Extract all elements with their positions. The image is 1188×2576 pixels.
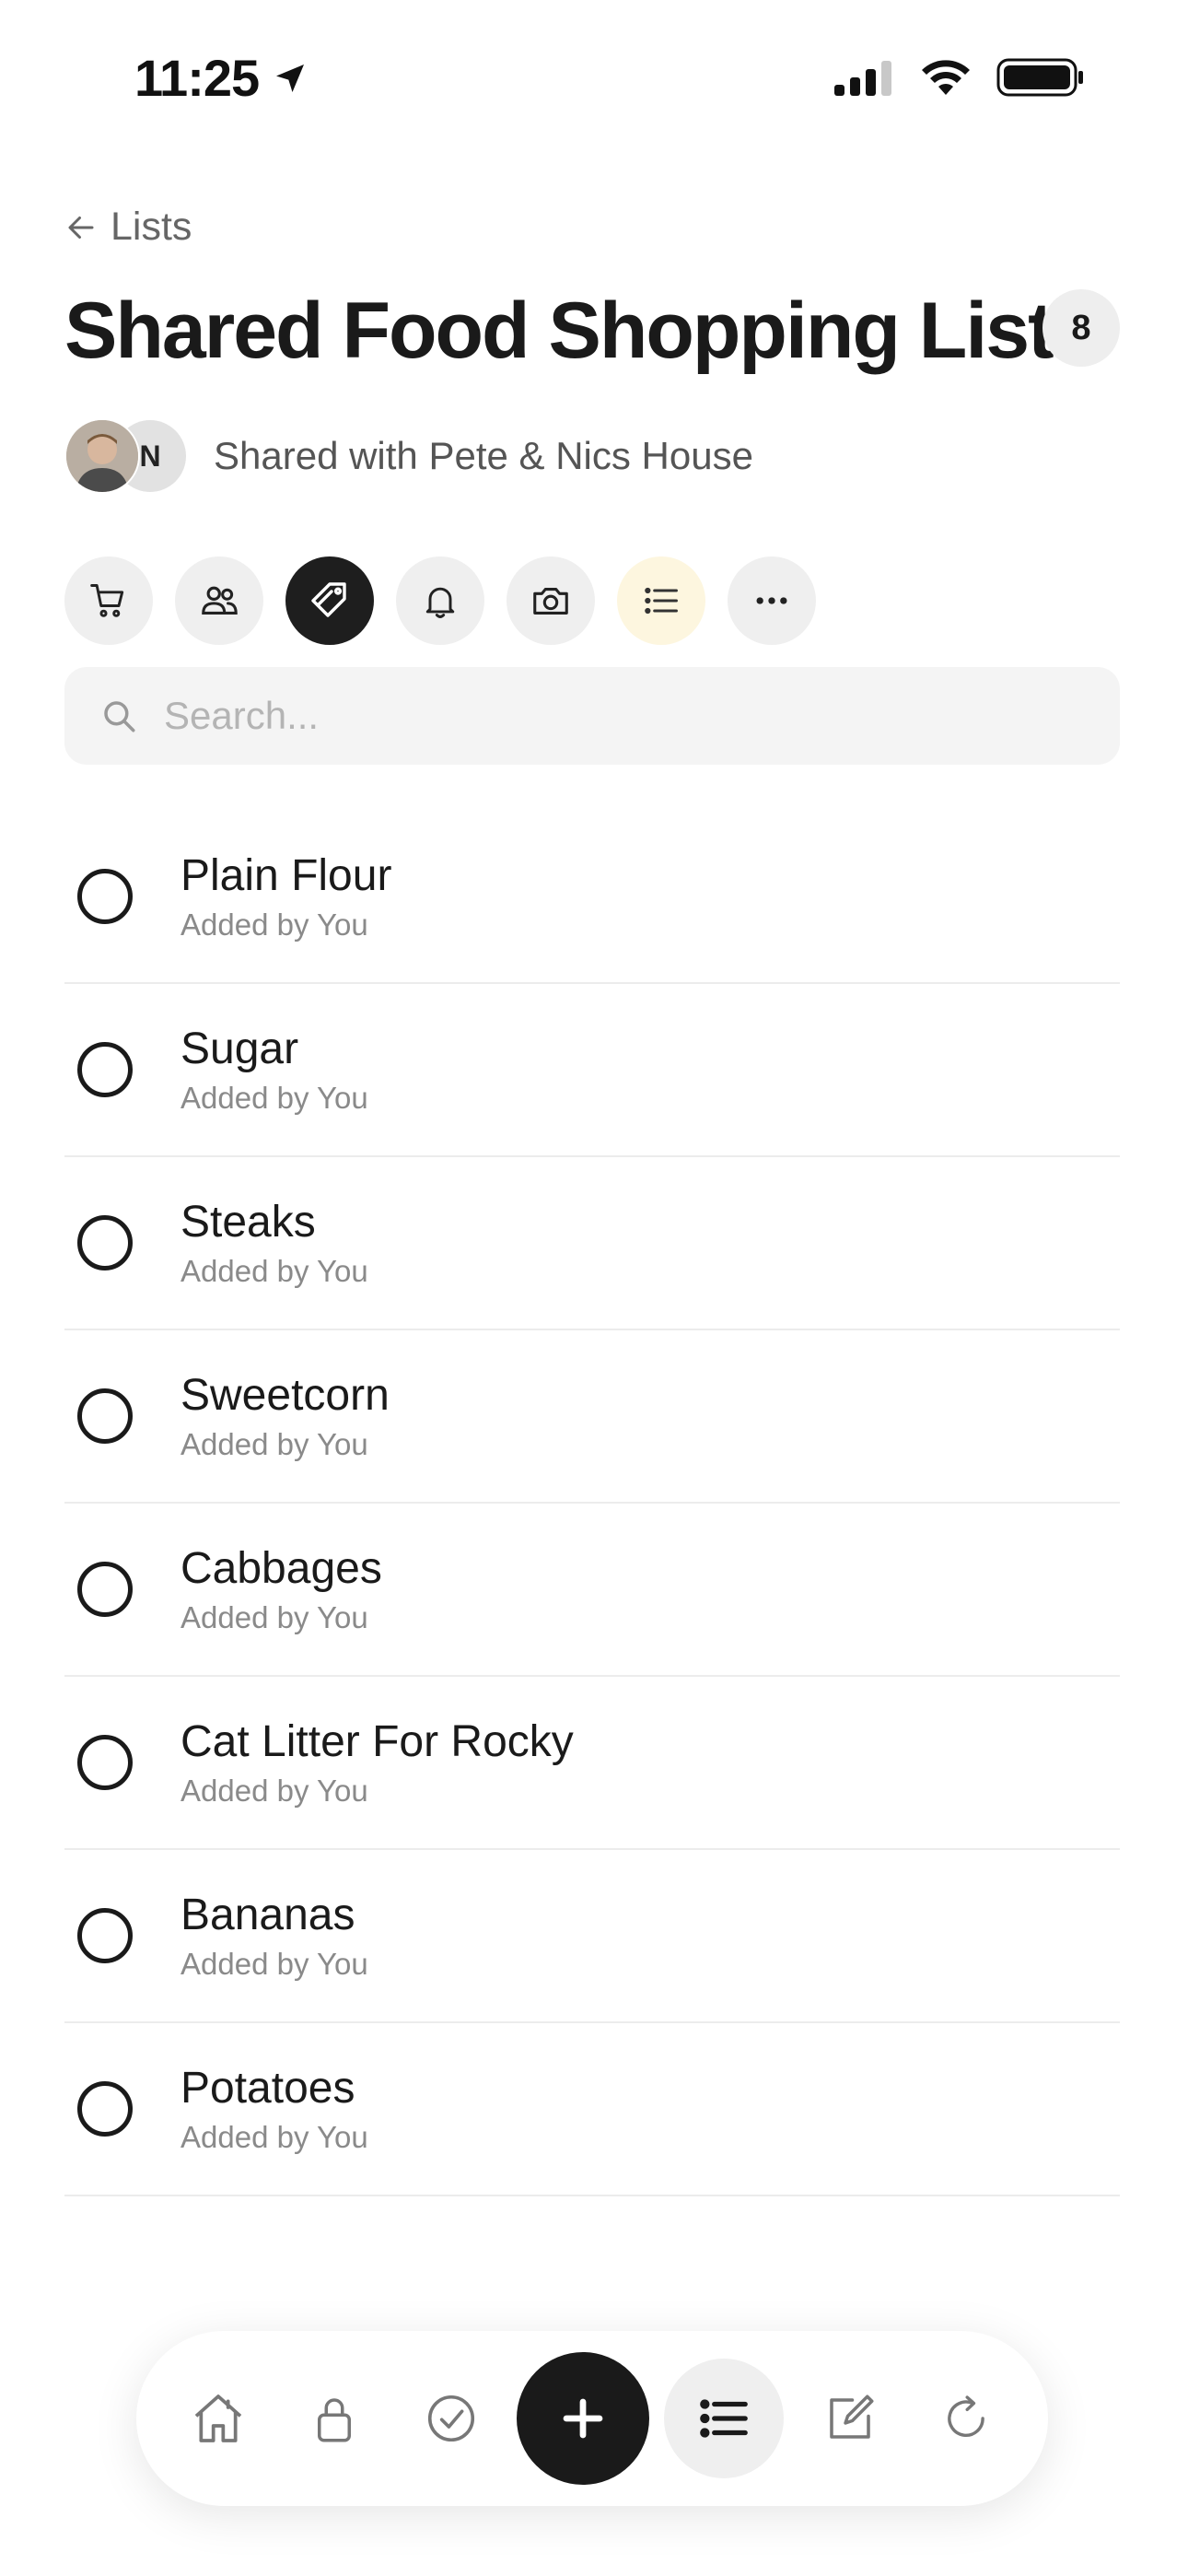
people-button[interactable] — [175, 556, 263, 645]
arrow-left-icon — [68, 216, 94, 239]
item-added-by: Added by You — [181, 1426, 368, 1461]
battery-icon — [996, 58, 1083, 97]
add-item-button[interactable] — [516, 2352, 649, 2485]
list-icon — [645, 587, 678, 615]
back-button[interactable]: Lists — [64, 205, 192, 250]
item-name: Potatoes — [181, 2064, 355, 2113]
item-added-by: Added by You — [181, 1080, 368, 1115]
list-toolbar — [64, 556, 816, 645]
bottom-nav — [136, 2331, 1048, 2506]
item-name: Bananas — [181, 1891, 355, 1940]
check-circle-icon — [427, 2395, 474, 2442]
nav-completed[interactable] — [401, 2368, 502, 2469]
nav-refresh[interactable] — [915, 2368, 1017, 2469]
back-label: Lists — [111, 205, 192, 249]
wifi-icon — [922, 60, 970, 95]
item-checkbox[interactable] — [77, 1388, 133, 1444]
item-checkbox[interactable] — [77, 2081, 133, 2137]
more-icon — [756, 597, 787, 604]
tag-icon — [311, 582, 346, 617]
avatar — [64, 418, 140, 494]
shopping-list: Plain Flour Added by You Sugar Added by … — [64, 811, 1120, 2196]
list-item[interactable]: Steaks Added by You — [64, 1157, 1120, 1330]
item-added-by: Added by You — [181, 1253, 368, 1288]
refresh-icon — [948, 2395, 984, 2437]
item-added-by: Added by You — [181, 907, 368, 942]
list-item[interactable]: Potatoes Added by You — [64, 2023, 1120, 2196]
item-name: Sweetcorn — [181, 1371, 390, 1421]
item-name: Steaks — [181, 1198, 316, 1247]
cart-button[interactable] — [64, 556, 153, 645]
list-item[interactable]: Plain Flour Added by You — [64, 811, 1120, 984]
home-icon — [194, 2395, 242, 2442]
cart-icon — [90, 584, 124, 617]
list-item[interactable]: Bananas Added by You — [64, 1850, 1120, 2023]
lock-icon — [318, 2398, 352, 2442]
cellular-signal-icon — [834, 61, 891, 96]
bell-icon — [425, 587, 455, 618]
camera-icon — [533, 588, 568, 615]
status-indicators — [834, 57, 1085, 98]
nav-lists[interactable] — [664, 2359, 785, 2478]
more-button[interactable] — [728, 556, 816, 645]
item-added-by: Added by You — [181, 2119, 368, 2154]
list-item[interactable]: Sweetcorn Added by You — [64, 1330, 1120, 1504]
edit-icon — [829, 2395, 874, 2439]
nav-home[interactable] — [168, 2368, 269, 2469]
item-checkbox[interactable] — [77, 869, 133, 924]
plus-icon — [563, 2398, 603, 2439]
search-icon — [104, 701, 135, 732]
item-name: Cabbages — [181, 1544, 382, 1594]
list-item[interactable]: Cabbages Added by You — [64, 1504, 1120, 1677]
list-item[interactable]: Cat Litter For Rocky Added by You — [64, 1677, 1120, 1850]
location-arrow-icon — [276, 64, 305, 92]
search-bar[interactable] — [64, 667, 1120, 765]
item-name: Plain Flour — [181, 851, 392, 901]
list-view-button[interactable] — [617, 556, 705, 645]
reminder-button[interactable] — [396, 556, 484, 645]
people-icon — [202, 586, 238, 615]
item-added-by: Added by You — [181, 1946, 368, 1981]
item-added-by: Added by You — [181, 1773, 368, 1808]
item-checkbox[interactable] — [77, 1215, 133, 1270]
tag-button[interactable] — [285, 556, 374, 645]
list-icon — [700, 2399, 749, 2438]
camera-button[interactable] — [507, 556, 595, 645]
item-name: Cat Litter For Rocky — [181, 1717, 574, 1767]
item-name: Sugar — [181, 1025, 299, 1074]
item-count-badge[interactable]: 8 — [1042, 289, 1120, 367]
search-input[interactable] — [162, 693, 995, 739]
list-item[interactable]: Sugar Added by You — [64, 984, 1120, 1157]
item-checkbox[interactable] — [77, 1735, 133, 1790]
shared-with-text: Shared with Pete & Nics House — [214, 434, 753, 477]
nav-edit[interactable] — [799, 2368, 901, 2469]
item-checkbox[interactable] — [77, 1042, 133, 1097]
item-checkbox[interactable] — [77, 1562, 133, 1617]
item-added-by: Added by You — [181, 1599, 368, 1634]
page-title: Shared Food Shopping List — [64, 287, 1054, 375]
item-checkbox[interactable] — [77, 1908, 133, 1963]
nav-lock[interactable] — [284, 2368, 385, 2469]
user-photo-icon — [66, 420, 138, 492]
status-time-text: 11:25 — [134, 49, 260, 107]
shared-members[interactable]: N Shared with Pete & Nics House — [64, 418, 753, 494]
status-time: 11:25 — [134, 48, 309, 108]
